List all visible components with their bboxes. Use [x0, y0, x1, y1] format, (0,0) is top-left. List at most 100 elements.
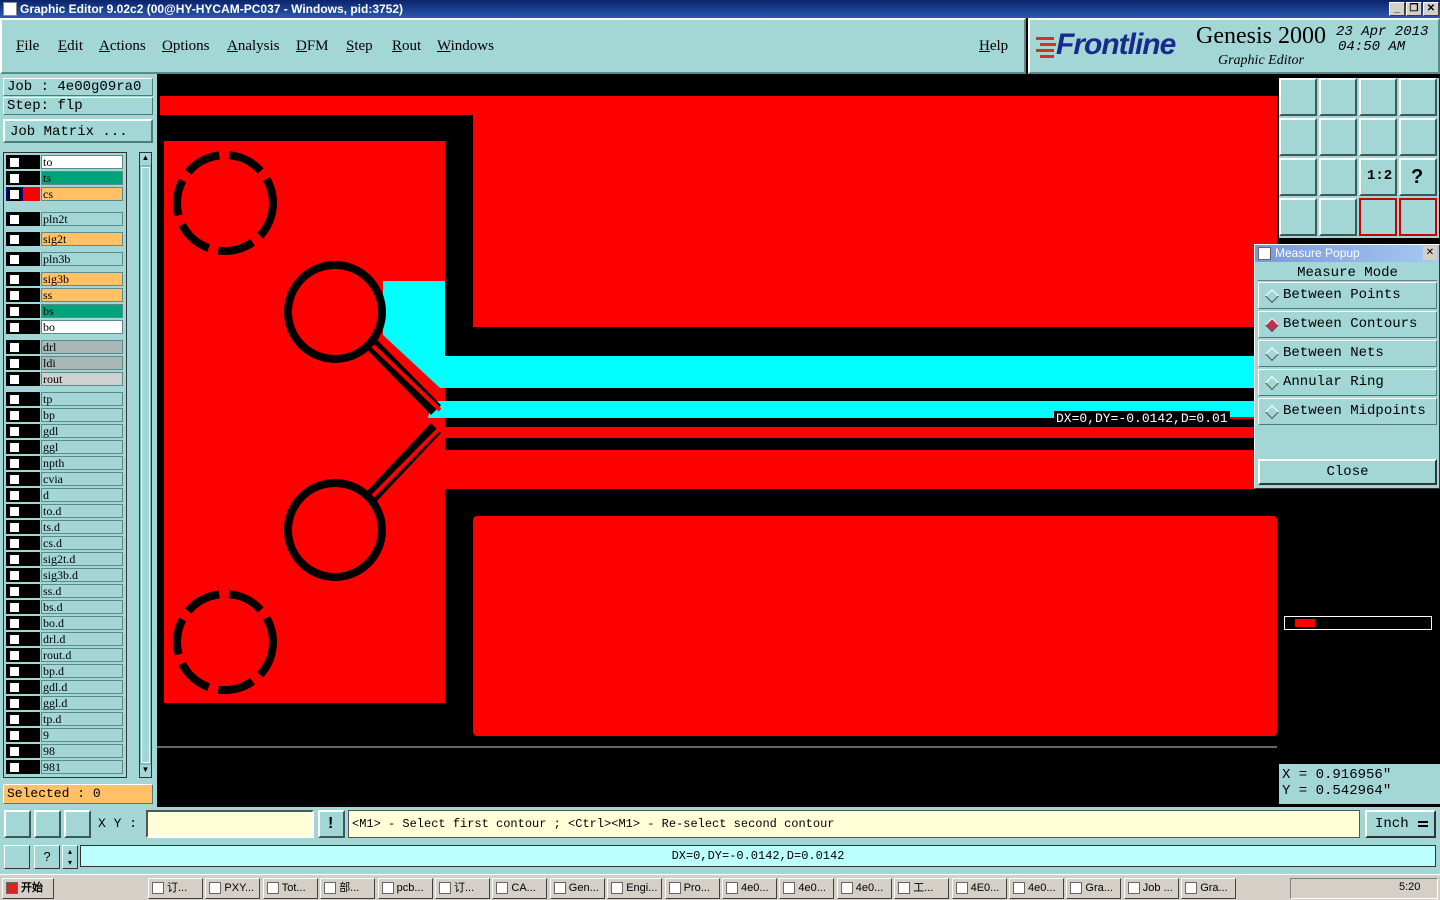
- layer-checkbox[interactable]: [8, 553, 21, 566]
- layer-name[interactable]: to: [41, 155, 123, 169]
- taskbar-button[interactable]: 订...: [435, 878, 490, 899]
- layer-checkbox[interactable]: [8, 601, 21, 614]
- layer-row[interactable]: ss.d: [6, 584, 124, 598]
- taskbar-button[interactable]: 4E0...: [951, 878, 1007, 899]
- menu-file[interactable]: File: [16, 38, 39, 55]
- print-icon[interactable]: [4, 845, 30, 869]
- layer-name[interactable]: bs.d: [41, 600, 123, 614]
- layer-name[interactable]: 981: [41, 760, 123, 774]
- layer-row[interactable]: pln3b: [6, 252, 124, 266]
- layer-row[interactable]: to: [6, 155, 124, 169]
- window-layout-icon[interactable]: [1399, 78, 1437, 116]
- taskbar-button[interactable]: 部...: [320, 878, 376, 899]
- layer-checkbox[interactable]: [8, 537, 21, 550]
- layer-row[interactable]: d: [6, 488, 124, 502]
- job-matrix-button[interactable]: Job Matrix ...: [3, 119, 153, 143]
- layer-row[interactable]: to.d: [6, 504, 124, 518]
- layer-scrollbar[interactable]: ▲ ▼: [139, 152, 152, 778]
- scroll-down-arrow-icon[interactable]: ▼: [140, 765, 151, 777]
- pan-right-icon[interactable]: [1319, 118, 1357, 156]
- scrollbar-thumb[interactable]: [141, 167, 150, 763]
- taskbar-button[interactable]: 4e0...: [722, 878, 777, 899]
- layer-row[interactable]: tp: [6, 392, 124, 406]
- taskbar-button[interactable]: Gra...: [1181, 878, 1237, 899]
- layer-checkbox[interactable]: [8, 649, 21, 662]
- layer-row[interactable]: 9: [6, 728, 124, 742]
- menu-windows[interactable]: Windows: [437, 38, 494, 55]
- layer-name[interactable]: to.d: [41, 504, 123, 518]
- layer-checkbox[interactable]: [8, 373, 21, 386]
- layer-name[interactable]: bo: [41, 320, 123, 334]
- help-question-icon[interactable]: ?: [34, 845, 60, 869]
- layer-row[interactable]: ggl.d: [6, 696, 124, 710]
- layer-name[interactable]: drl: [41, 340, 123, 354]
- layer-checkbox[interactable]: [8, 665, 21, 678]
- layer-row[interactable]: rout.d: [6, 648, 124, 662]
- redraw-icon[interactable]: [1399, 118, 1437, 156]
- menu-rout[interactable]: Rout: [392, 38, 421, 55]
- snap-icon[interactable]: [4, 810, 31, 838]
- help-icon[interactable]: ?: [1399, 158, 1437, 196]
- layer-name[interactable]: ts: [41, 171, 123, 185]
- layer-row[interactable]: sig2t: [6, 232, 124, 246]
- layer-checkbox[interactable]: [8, 585, 21, 598]
- layer-checkbox[interactable]: [8, 409, 21, 422]
- taskbar-button[interactable]: PXY...: [205, 878, 261, 899]
- layer-name[interactable]: npth: [41, 456, 123, 470]
- layer-name[interactable]: pln2t: [41, 212, 123, 226]
- layer-checkbox[interactable]: [8, 761, 21, 774]
- layer-checkbox[interactable]: [8, 505, 21, 518]
- layer-name[interactable]: cvia: [41, 472, 123, 486]
- menu-options[interactable]: Options: [162, 38, 210, 55]
- zoom-1to2-icon[interactable]: 1:2: [1359, 158, 1397, 196]
- layer-row[interactable]: 981: [6, 760, 124, 774]
- layer-checkbox[interactable]: [8, 156, 21, 169]
- layer-checkbox[interactable]: [8, 357, 21, 370]
- taskbar-button[interactable]: Gen...: [549, 878, 605, 899]
- layer-row[interactable]: ldi: [6, 356, 124, 370]
- layer-checkbox[interactable]: [8, 521, 21, 534]
- layer-checkbox[interactable]: [8, 441, 21, 454]
- measure-option-button[interactable]: Between Nets: [1258, 340, 1437, 367]
- layer-row[interactable]: ts: [6, 171, 124, 185]
- layer-checkbox[interactable]: [8, 233, 21, 246]
- menu-actions[interactable]: Actions: [99, 38, 146, 55]
- layer-row[interactable]: tp.d: [6, 712, 124, 726]
- xy-input[interactable]: [146, 810, 314, 838]
- layer-row[interactable]: ts.d: [6, 520, 124, 534]
- layer-row[interactable]: sig2t.d: [6, 552, 124, 566]
- layer-name[interactable]: sig3b.d: [41, 568, 123, 582]
- layer-row[interactable]: drl: [6, 340, 124, 354]
- zoom-center-icon[interactable]: [1319, 158, 1357, 196]
- taskbar-button[interactable]: pcb...: [377, 878, 433, 899]
- layer-checkbox[interactable]: [8, 489, 21, 502]
- layer-name[interactable]: bo.d: [41, 616, 123, 630]
- taskbar-button[interactable]: 订...: [148, 878, 203, 899]
- taskbar-button[interactable]: 工...: [894, 878, 950, 899]
- layer-name[interactable]: gdl: [41, 424, 123, 438]
- layer-checkbox[interactable]: [8, 253, 21, 266]
- popup-close-button[interactable]: Close: [1258, 459, 1437, 485]
- units-select[interactable]: Inch: [1365, 810, 1436, 838]
- layer-row[interactable]: bp.d: [6, 664, 124, 678]
- layer-checkbox[interactable]: [8, 425, 21, 438]
- taskbar-button[interactable]: CA...: [492, 878, 548, 899]
- taskbar-button[interactable]: Job ...: [1123, 878, 1179, 899]
- layer-row[interactable]: ggl: [6, 440, 124, 454]
- graphic-canvas[interactable]: DX=0,DY=-0.0142,D=0.01: [157, 74, 1277, 807]
- layer-name[interactable]: d: [41, 488, 123, 502]
- layer-checkbox[interactable]: [8, 213, 21, 226]
- layer-row[interactable]: sig3b.d: [6, 568, 124, 582]
- taskbar-button[interactable]: Gra...: [1066, 878, 1122, 899]
- layer-row[interactable]: gdl.d: [6, 680, 124, 694]
- layer-row[interactable]: pln2t: [6, 212, 124, 226]
- layer-name[interactable]: bs: [41, 304, 123, 318]
- layer-row[interactable]: ss: [6, 288, 124, 302]
- overview-map[interactable]: [1284, 616, 1432, 630]
- layer-row[interactable]: 98: [6, 744, 124, 758]
- pan-left-icon[interactable]: [1279, 118, 1317, 156]
- layer-name[interactable]: rout.d: [41, 648, 123, 662]
- layer-name[interactable]: ldi: [41, 356, 123, 370]
- menu-analysis[interactable]: Analysis: [227, 38, 280, 55]
- layer-name[interactable]: ss.d: [41, 584, 123, 598]
